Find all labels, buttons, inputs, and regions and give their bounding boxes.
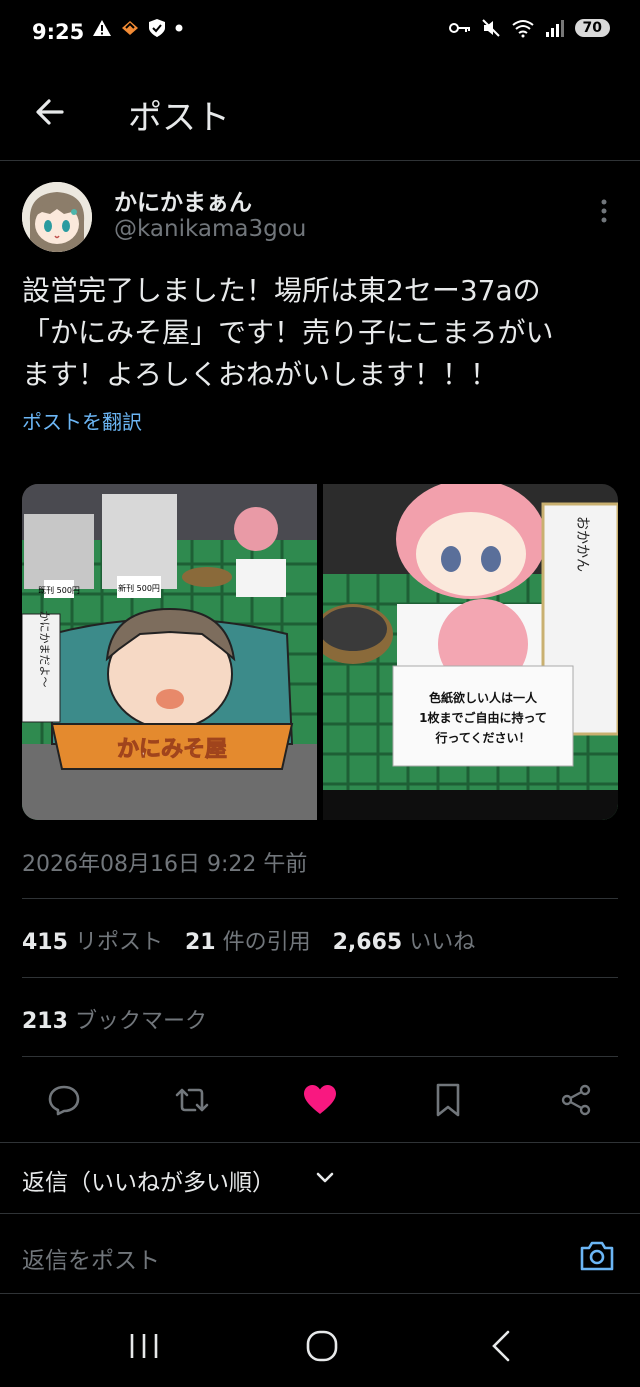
back-arrow-icon[interactable] [30,92,70,132]
avatar[interactable] [22,182,92,252]
sort-label: 返信（いいねが多い順） [22,1170,275,1196]
status-left-icons [92,18,184,38]
like-button[interactable] [296,1076,344,1124]
reposts-stat[interactable]: 415 リポスト [22,924,163,956]
likes-stat[interactable]: 2,665 いいね [333,924,476,956]
status-right-icons: 70 [448,18,610,38]
more-options-icon[interactable] [592,194,616,230]
reply-composer: 返信をポスト [0,1213,640,1294]
back-icon[interactable] [482,1328,522,1364]
like-icon [304,1085,336,1114]
sign-line-3: 行ってください！ [434,730,530,745]
translate-post-link[interactable]: ポストを翻訳 [22,406,142,435]
post-text: 設営完了しました！場所は東2セー37aの 「かにみそ屋」です！売り子にこまろがい… [22,274,554,391]
signal-icon [545,20,564,37]
quotes-stat[interactable]: 21 件の引用 [185,924,311,956]
booth-photo-left: 既刊 500円 新刊 500円 かにかまだよ〜 かにみそ屋 [22,484,317,820]
dot-icon [175,24,183,32]
booth-photo-right: おかかん 色紙欲しい人は一人 1枚までご自由に持って 行ってください！ [313,484,618,820]
action-bar [0,1076,640,1126]
price-label-2: 新刊 500円 [118,583,160,593]
divider [22,977,618,978]
bookmark-icon [436,1083,460,1117]
chevron-down-icon [316,1172,334,1183]
avatar-image [22,182,92,252]
user-handle[interactable]: @kanikama3gou [114,216,306,242]
camera-icon[interactable] [578,1237,616,1275]
media-image-1[interactable]: 既刊 500円 新刊 500円 かにかまだよ〜 かにみそ屋 [22,484,317,820]
reply-icon [48,1085,80,1116]
colored-paper-text: おかかん [574,516,590,572]
media-image-2[interactable]: おかかん 色紙欲しい人は一人 1枚までご自由に持って 行ってください！ [313,484,618,820]
mute-icon [481,19,500,37]
repost-icon [175,1088,209,1112]
key-icon [448,23,470,33]
sign-text-kanikama: かにかまだよ〜 [38,611,51,688]
bookmark-button[interactable] [424,1076,472,1124]
app-icon [122,21,138,35]
share-icon [561,1084,591,1116]
reply-button[interactable] [40,1076,88,1124]
engagement-stats: 415 リポスト 21 件の引用 2,665 いいね [22,924,475,956]
wifi-icon [511,20,534,38]
reply-input[interactable]: 返信をポスト [22,1241,160,1275]
sign-line-1: 色紙欲しい人は一人 [429,690,538,705]
status-time: 9:25 [32,20,85,44]
repost-button[interactable] [168,1076,216,1124]
banner-text: かにみそ屋 [117,737,227,762]
home-icon[interactable] [302,1328,342,1364]
top-app-bar: ポスト [0,66,640,161]
reply-sort-selector[interactable]: 返信（いいねが多い順） [0,1142,640,1214]
price-label-1: 既刊 500円 [38,586,80,595]
post-media[interactable]: 既刊 500円 新刊 500円 かにかまだよ〜 かにみそ屋 おかかん 色紙欲しい… [22,484,618,820]
divider [22,1056,618,1057]
status-bar: 9:25 70 [0,0,640,66]
recent-apps-icon[interactable] [124,1328,164,1364]
page-title: ポスト [128,98,230,138]
system-navigation-bar [0,1300,640,1387]
bookmarks-stat[interactable]: 213 ブックマーク [22,1003,207,1035]
share-button[interactable] [552,1076,600,1124]
battery-indicator: 70 [574,19,610,37]
post-timestamp[interactable]: 2026年08月16日 9:22 午前 [22,846,307,878]
divider [22,898,618,899]
warning-icon [93,20,111,36]
sign-line-2: 1枚までご自由に持って [419,710,547,725]
shield-icon [149,19,165,37]
display-name[interactable]: かにかまぁん [114,183,252,217]
